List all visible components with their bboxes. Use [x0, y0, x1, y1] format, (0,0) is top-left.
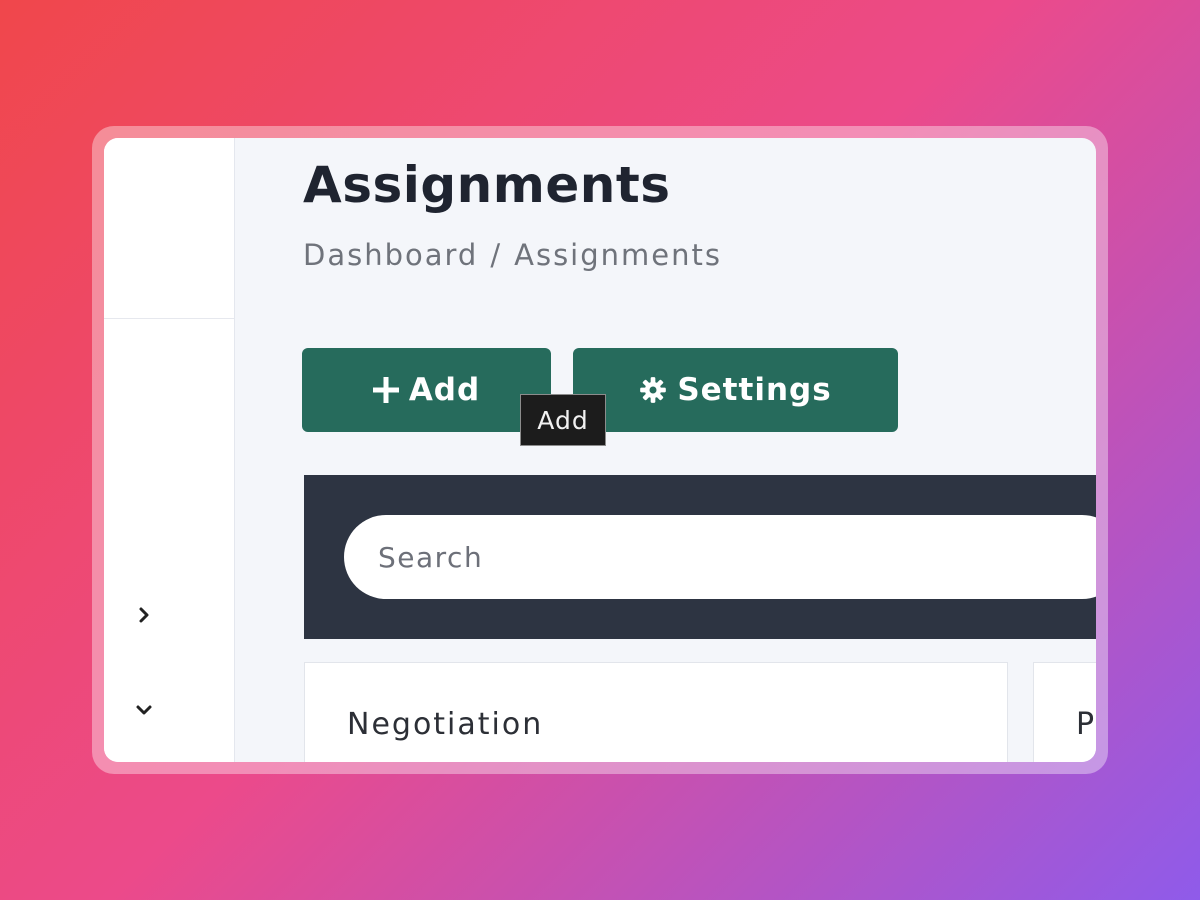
sidebar-divider [104, 318, 234, 319]
add-tooltip: Add [520, 394, 606, 446]
add-button[interactable]: Add [302, 348, 551, 432]
add-button-label: Add [408, 372, 481, 408]
search-input[interactable] [344, 515, 1096, 599]
main-content: Assignments Dashboard / Assignments Add [235, 138, 1096, 762]
chevron-down-icon[interactable] [132, 698, 156, 722]
settings-button[interactable]: Settings [573, 348, 898, 432]
settings-button-label: Settings [677, 372, 832, 408]
breadcrumb-current: Assignments [514, 238, 722, 272]
search-bar-panel [304, 475, 1096, 639]
column-title: P [1076, 707, 1096, 742]
gear-icon [639, 376, 667, 404]
chevron-right-icon[interactable] [132, 603, 156, 627]
column-card[interactable]: P [1033, 662, 1096, 762]
app-window: Assignments Dashboard / Assignments Add [104, 138, 1096, 762]
page-title: Assignments [303, 156, 671, 214]
column-title: Negotiation [347, 707, 544, 742]
plus-icon [372, 377, 399, 403]
breadcrumb: Dashboard / Assignments [303, 238, 722, 272]
column-card[interactable]: Negotiation [304, 662, 1008, 762]
breadcrumb-separator: / [490, 238, 503, 272]
sidebar [104, 138, 235, 762]
breadcrumb-home[interactable]: Dashboard [303, 238, 478, 272]
